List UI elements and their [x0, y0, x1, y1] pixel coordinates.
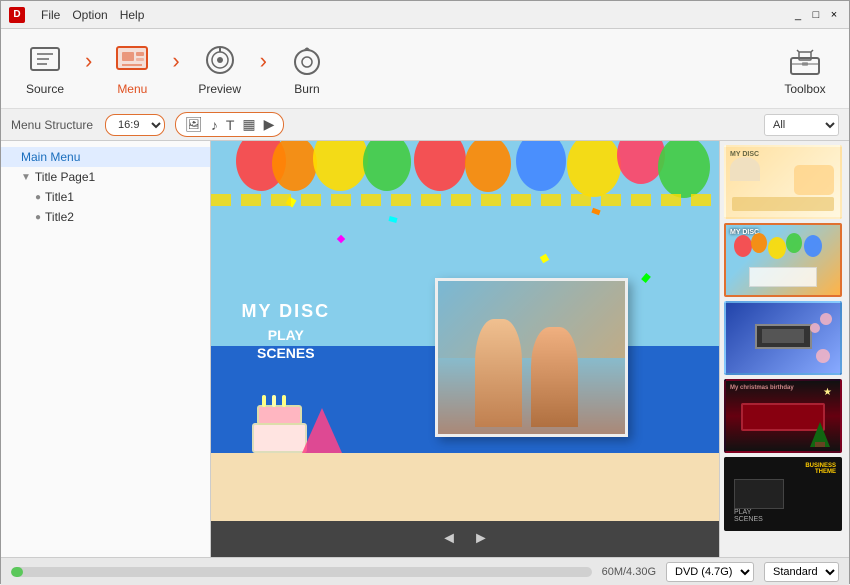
arrow-2: › — [170, 48, 181, 74]
main-content: Main Menu ▼ Title Page1 ● Title1 ● Title… — [1, 141, 849, 557]
arrow-1: › — [83, 48, 94, 74]
theme-3[interactable] — [724, 301, 842, 375]
theme-1[interactable]: MY DISC — [724, 145, 842, 219]
title1-label: Title1 — [45, 190, 74, 204]
image-icon[interactable]: 🖼 — [184, 115, 204, 134]
disc-type-select[interactable]: DVD (4.7G) BD (25G) — [666, 562, 754, 582]
tree-main-menu[interactable]: Main Menu — [1, 147, 210, 167]
theme-4[interactable]: My christmas birthday ★ — [724, 379, 842, 453]
aspect-ratio-select[interactable]: 16:9 4:3 — [105, 114, 165, 136]
arrow-3: › — [258, 48, 269, 74]
toolbox-button[interactable]: Toolbox — [771, 34, 839, 104]
menu-bar: File Option Help — [41, 8, 144, 22]
maximize-button[interactable]: □ — [809, 8, 823, 22]
expand-icon-1: ▼ — [21, 172, 31, 183]
progress-bar-fill — [11, 567, 23, 577]
text-icon[interactable]: T — [225, 116, 236, 134]
play-scenes-text: PLAYSCENES — [241, 326, 330, 362]
right-panel: MY DISC MY DISC — [719, 141, 849, 557]
toolbox-icon — [787, 42, 823, 78]
menu-step-button[interactable]: Menu — [98, 34, 166, 104]
toolbox-label: Toolbox — [784, 82, 825, 96]
source-label: Source — [26, 82, 64, 96]
toolbar: Source › Menu › Preview — [1, 29, 849, 109]
preview-label: Preview — [198, 82, 241, 96]
tree-title-page1[interactable]: ▼ Title Page1 — [1, 167, 210, 187]
preview-area: MY DISC PLAYSCENES ◄ ► — [211, 141, 719, 557]
menu-step-icon — [114, 42, 150, 78]
status-bar: 60M/4.30G DVD (4.7G) BD (25G) Standard H… — [1, 557, 849, 585]
layout-icon[interactable]: ▦ — [241, 115, 256, 134]
burn-icon — [289, 42, 325, 78]
left-panel: Main Menu ▼ Title Page1 ● Title1 ● Title… — [1, 141, 211, 557]
disc-title-text: MY DISC — [241, 301, 330, 322]
title-page1-label: Title Page1 — [35, 170, 95, 184]
source-icon — [27, 42, 63, 78]
music-icon[interactable]: ♪ — [210, 116, 219, 134]
menu-file[interactable]: File — [41, 8, 60, 22]
main-menu-label: Main Menu — [21, 150, 80, 164]
theme-5[interactable]: BUSINESSTHEME PLAYSCENES — [724, 457, 842, 531]
prev-button[interactable]: ◄ — [441, 530, 457, 548]
tree-title2[interactable]: ● Title2 — [1, 207, 210, 227]
preview-play-icon[interactable]: ▶ — [263, 115, 276, 134]
source-button[interactable]: Source — [11, 34, 79, 104]
progress-bar — [11, 567, 592, 577]
menu-step-label: Menu — [117, 82, 147, 96]
theme-filter-select[interactable]: All Party Holiday Business — [764, 114, 839, 136]
theme-4-label: My christmas birthday — [730, 385, 836, 391]
menu-option[interactable]: Option — [72, 8, 107, 22]
storage-info: 60M/4.30G — [602, 566, 656, 578]
tree-title1[interactable]: ● Title1 — [1, 187, 210, 207]
menu-structure-label: Menu Structure — [11, 118, 93, 132]
preview-canvas: MY DISC PLAYSCENES — [211, 141, 719, 521]
quality-select[interactable]: Standard High Low — [764, 562, 839, 582]
theme-5-label: BUSINESSTHEME — [805, 463, 836, 475]
preview-icon — [202, 42, 238, 78]
title2-label: Title2 — [45, 210, 74, 224]
title-bar-left: D File Option Help — [9, 7, 144, 23]
preview-button[interactable]: Preview — [186, 34, 254, 104]
media-icon-group: 🖼 ♪ T ▦ ▶ — [175, 112, 284, 137]
minimize-button[interactable]: _ — [791, 8, 805, 22]
preview-controls: ◄ ► — [211, 521, 719, 557]
burn-label: Burn — [294, 82, 319, 96]
next-button[interactable]: ► — [473, 530, 489, 548]
theme-2[interactable]: MY DISC — [724, 223, 842, 297]
app-icon: D — [9, 7, 25, 23]
title-bar: D File Option Help _ □ × — [1, 1, 849, 29]
menu-help[interactable]: Help — [120, 8, 145, 22]
close-button[interactable]: × — [827, 8, 841, 22]
dot-1: ● — [35, 192, 41, 203]
sub-toolbar: Menu Structure 16:9 4:3 🖼 ♪ T ▦ ▶ All Pa… — [1, 109, 849, 141]
dot-2: ● — [35, 212, 41, 223]
title-controls: _ □ × — [791, 8, 841, 22]
burn-button[interactable]: Burn — [273, 34, 341, 104]
